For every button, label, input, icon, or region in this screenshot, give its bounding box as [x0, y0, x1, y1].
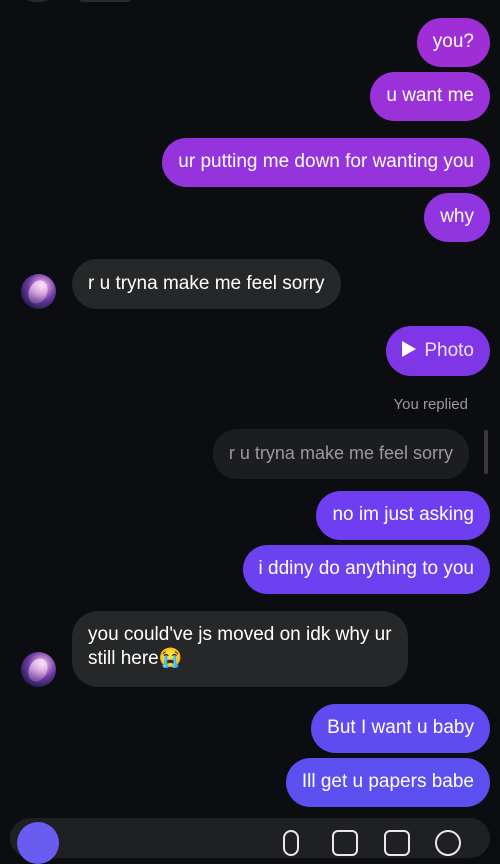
message-line: you could've js moved on idk why ur: [88, 624, 392, 645]
message-composer: [0, 818, 500, 864]
quoted-reply[interactable]: r u tryna make me feel sorry: [212, 429, 469, 479]
photo-message[interactable]: Photo: [386, 326, 490, 376]
contact-avatar[interactable]: [21, 652, 56, 687]
message-sent[interactable]: you?: [416, 18, 490, 67]
sticker-icon[interactable]: [384, 830, 410, 856]
reply-indicator: [484, 430, 488, 474]
contact-avatar[interactable]: [21, 274, 56, 309]
message-sent[interactable]: why: [424, 193, 490, 242]
message-received[interactable]: r u tryna make me feel sorry: [72, 259, 341, 309]
gallery-icon[interactable]: [332, 830, 358, 856]
mic-icon[interactable]: [283, 830, 299, 856]
message-sent[interactable]: no im just asking: [316, 491, 490, 540]
message-sent[interactable]: Ill get u papers babe: [285, 758, 490, 807]
message-received[interactable]: you could've js moved on idk why ur stil…: [72, 611, 408, 687]
play-triangle-icon: [402, 341, 417, 357]
photo-label: Photo: [424, 340, 474, 361]
message-partial: [76, 0, 134, 2]
message-sent[interactable]: u want me: [370, 72, 490, 121]
message-sent[interactable]: ur putting me down for wanting you: [162, 138, 490, 187]
plus-icon[interactable]: [435, 830, 461, 856]
message-sent[interactable]: But I want u baby: [311, 704, 490, 753]
message-input[interactable]: [10, 818, 490, 858]
avatar-partial: [20, 0, 55, 2]
camera-icon[interactable]: [17, 822, 59, 864]
replied-label: You replied: [393, 396, 468, 413]
message-line: still here😭: [88, 648, 183, 669]
message-sent[interactable]: i ddiny do anything to you: [242, 545, 490, 594]
